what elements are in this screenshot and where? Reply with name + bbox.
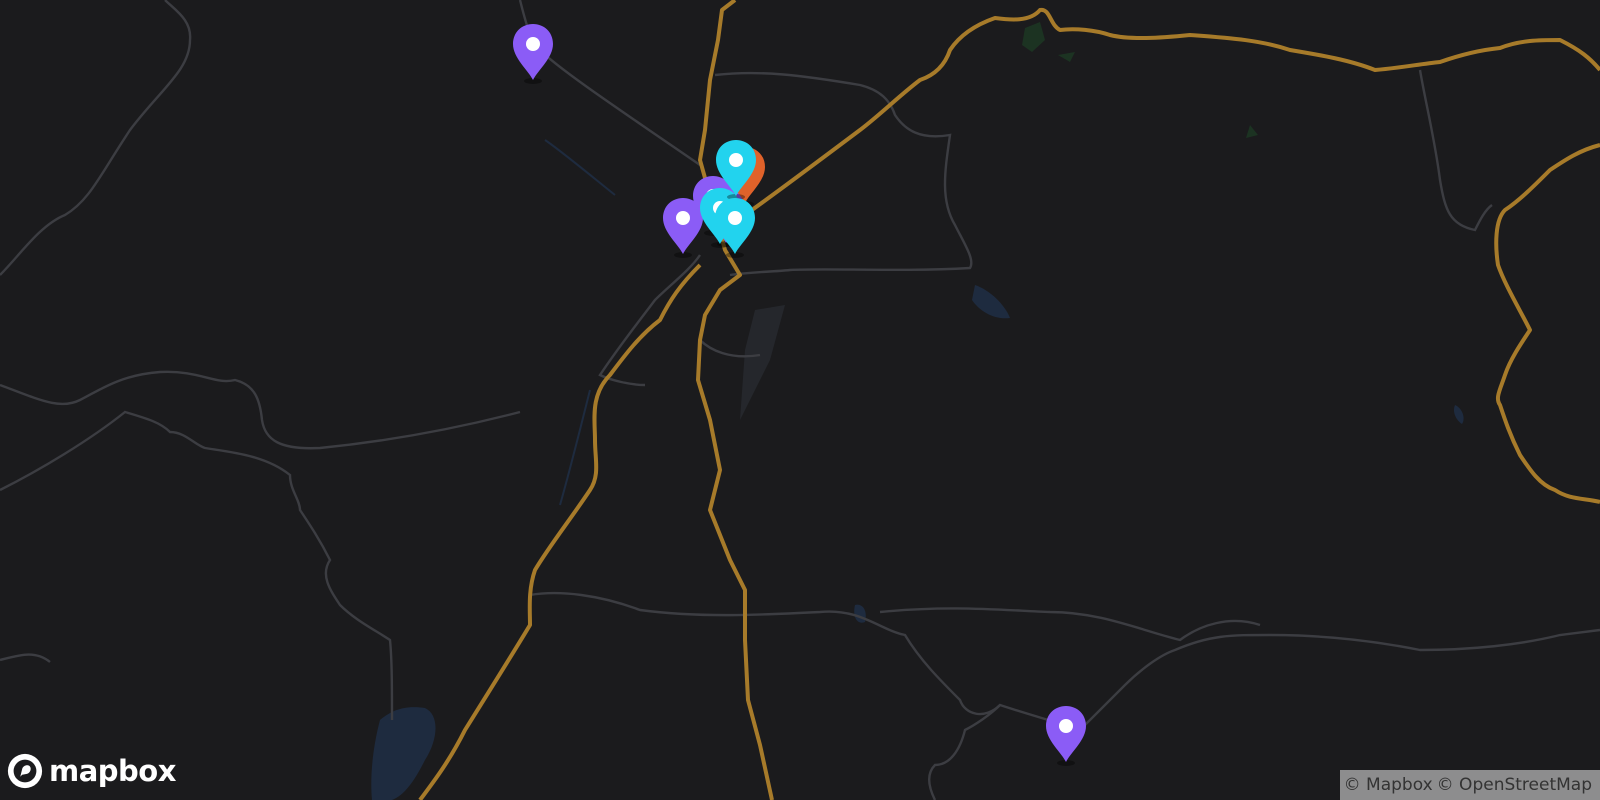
map-basemap [0, 0, 1600, 800]
attribution-mapbox-link[interactable]: © Mapbox [1344, 775, 1433, 795]
attribution-osm-link[interactable]: © OpenStreetMap [1437, 775, 1592, 795]
mapbox-logo-text: mapbox [49, 754, 176, 788]
water-layer [371, 139, 1464, 800]
marker-cyan-2[interactable] [713, 138, 759, 200]
map-canvas[interactable]: mapbox © Mapbox © OpenStreetMap [0, 0, 1600, 800]
major-roads-layer [418, 0, 1600, 800]
mapbox-logo-icon [7, 753, 43, 789]
map-pin-icon [715, 198, 755, 258]
marker-cyan-3[interactable] [712, 196, 758, 258]
marker-purple-5[interactable] [1043, 704, 1089, 766]
minor-roads-layer [0, 0, 1600, 800]
marker-purple-1[interactable] [510, 22, 556, 84]
mapbox-logo[interactable]: mapbox [6, 752, 176, 790]
map-pin-icon [1046, 706, 1086, 766]
map-pin-icon [513, 24, 553, 84]
park-layer [740, 22, 1258, 420]
map-pin-icon [716, 140, 756, 200]
map-attribution: © Mapbox © OpenStreetMap [1339, 770, 1600, 800]
